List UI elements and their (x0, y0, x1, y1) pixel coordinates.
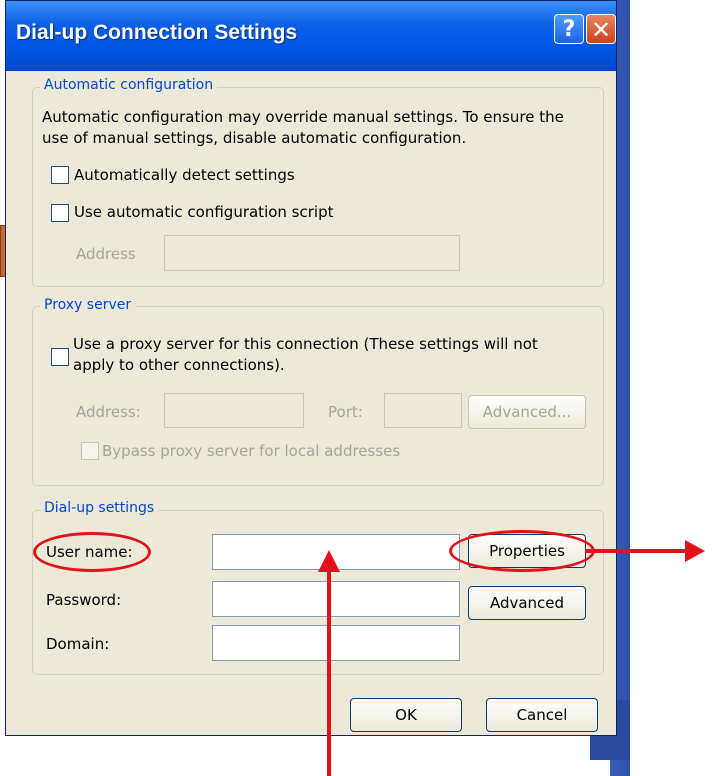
use-proxy-label-line1[interactable]: Use a proxy server for this connection (… (73, 335, 538, 353)
proxy-address-field[interactable] (164, 393, 304, 428)
annotation-arrow-up-shaft (327, 570, 331, 776)
username-annotation-ellipse (33, 532, 151, 572)
password-label: Password: (46, 591, 122, 609)
auto-config-script-label[interactable]: Use automatic configuration script (74, 203, 333, 221)
proxy-port-label: Port: (328, 403, 363, 421)
properties-annotation-ellipse (449, 530, 595, 572)
auto-config-address-label: Address (76, 245, 136, 263)
proxy-advanced-button[interactable]: Advanced... (468, 395, 586, 429)
auto-detect-checkbox[interactable] (51, 166, 69, 184)
use-proxy-checkbox[interactable] (51, 348, 69, 366)
proxy-port-field[interactable] (384, 393, 462, 428)
annotation-arrow-right-shaft (585, 549, 685, 553)
annotation-arrow-right-head (685, 540, 705, 562)
password-field[interactable] (212, 581, 460, 617)
cancel-button[interactable]: Cancel (486, 698, 598, 732)
auto-config-description-line2: use of manual settings, disable automati… (42, 129, 467, 147)
proxy-address-label: Address: (76, 403, 141, 421)
domain-field[interactable] (212, 625, 460, 661)
use-proxy-label-line2[interactable]: apply to other connections). (73, 356, 285, 374)
automatic-configuration-legend: Automatic configuration (40, 77, 218, 93)
help-icon[interactable]: ? (554, 14, 584, 44)
window-title: Dial-up Connection Settings (16, 21, 298, 44)
dialup-settings-legend: Dial-up settings (40, 500, 159, 516)
annotation-arrow-up-head (318, 550, 340, 572)
auto-detect-label[interactable]: Automatically detect settings (74, 166, 295, 184)
dialup-advanced-button[interactable]: Advanced (468, 586, 586, 620)
close-icon[interactable]: ✕ (586, 14, 616, 44)
ok-button[interactable]: OK (350, 698, 462, 732)
title-bar[interactable]: Dial-up Connection Settings ? ✕ (6, 1, 616, 71)
proxy-server-legend: Proxy server (40, 297, 136, 313)
domain-label: Domain: (46, 635, 110, 653)
auto-config-script-checkbox[interactable] (51, 204, 69, 222)
bypass-proxy-checkbox[interactable] (81, 442, 99, 460)
auto-config-description-line1: Automatic configuration may override man… (42, 108, 564, 126)
bypass-proxy-label[interactable]: Bypass proxy server for local addresses (102, 442, 400, 460)
auto-config-address-field[interactable] (164, 235, 460, 271)
dialup-settings-dialog: Dial-up Connection Settings ? ✕ Automati… (5, 0, 617, 736)
